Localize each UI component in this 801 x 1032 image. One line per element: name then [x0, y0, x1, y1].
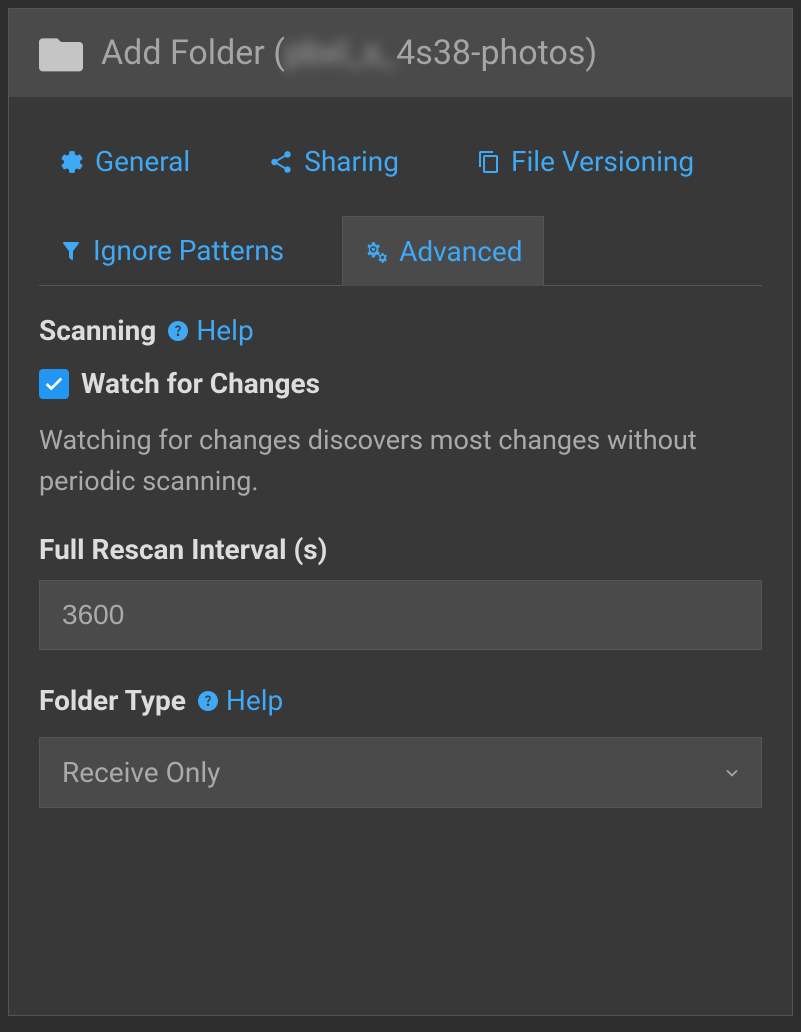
section-title: Scanning: [39, 314, 156, 347]
tab-general[interactable]: General: [39, 127, 210, 196]
scanning-help-link[interactable]: Help: [166, 314, 253, 347]
tab-label: Sharing: [304, 145, 399, 178]
watch-for-changes-label: Watch for Changes: [81, 367, 320, 400]
check-icon: [43, 373, 65, 395]
tab-advanced[interactable]: Advanced: [342, 216, 543, 286]
modal-header: Add Folder (pbxl_s_4s38-photos): [9, 9, 792, 97]
rescan-interval-label: Full Rescan Interval (s): [39, 533, 762, 566]
tab-ignore-patterns[interactable]: Ignore Patterns: [39, 216, 304, 285]
watch-for-changes-row: Watch for Changes: [39, 367, 762, 400]
filter-icon: [59, 239, 83, 263]
gears-icon: [363, 239, 389, 265]
tab-sharing[interactable]: Sharing: [248, 127, 419, 196]
help-label: Help: [226, 684, 283, 717]
tab-label: General: [95, 145, 190, 178]
tab-label: File Versioning: [511, 145, 694, 178]
tab-label: Advanced: [399, 235, 522, 268]
modal-title: Add Folder (pbxl_s_4s38-photos): [101, 33, 597, 73]
tabs: General Sharing File Versioning Ignore P…: [39, 127, 762, 286]
folder-type-select-wrapper: Receive Only: [39, 737, 762, 808]
gear-icon: [59, 149, 85, 175]
folder-type-header: Folder Type Help: [39, 684, 762, 717]
modal-body: General Sharing File Versioning Ignore P…: [9, 97, 792, 808]
help-label: Help: [196, 314, 253, 347]
folder-type-help-link[interactable]: Help: [196, 684, 283, 717]
folder-icon: [39, 34, 83, 72]
tab-file-versioning[interactable]: File Versioning: [457, 127, 714, 196]
copy-icon: [477, 150, 501, 174]
help-icon: [196, 689, 220, 713]
watch-description: Watching for changes discovers most chan…: [39, 420, 762, 501]
add-folder-modal: Add Folder (pbxl_s_4s38-photos) General …: [8, 8, 793, 1016]
share-icon: [268, 149, 294, 175]
scanning-header: Scanning Help: [39, 314, 762, 347]
folder-type-label: Folder Type: [39, 684, 186, 717]
tab-label: Ignore Patterns: [93, 234, 284, 267]
watch-for-changes-checkbox[interactable]: [39, 369, 69, 399]
folder-type-select[interactable]: Receive Only: [39, 737, 762, 808]
rescan-interval-input[interactable]: [39, 580, 762, 650]
help-icon: [166, 319, 190, 343]
